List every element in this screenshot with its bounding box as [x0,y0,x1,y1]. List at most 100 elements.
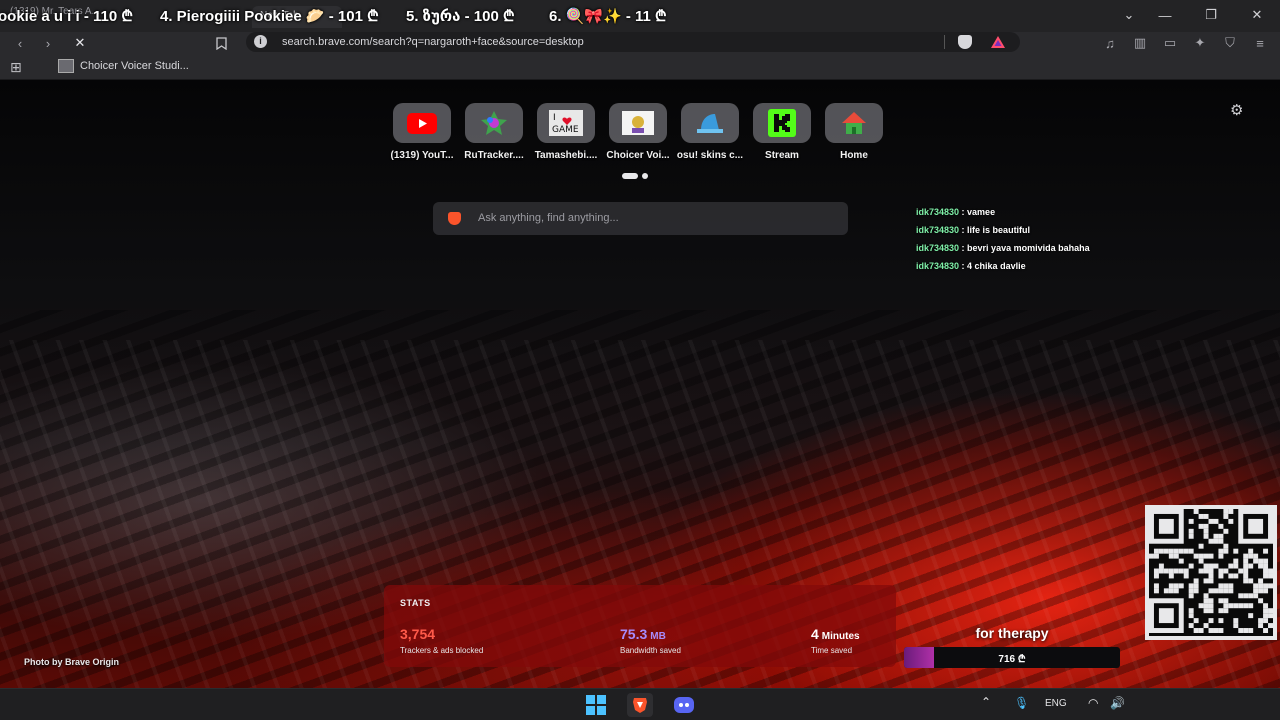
qr-module [1223,583,1229,589]
qr-module [1213,538,1219,544]
qr-module [1233,603,1239,609]
qr-module [1263,603,1269,609]
top-site-osu-skins[interactable]: osu! skins c... [674,103,746,161]
qr-module [1253,558,1259,564]
kick-icon [768,109,796,137]
qr-module [1223,528,1229,534]
apps-grid-icon[interactable]: ⊞ [10,59,22,76]
top-site-rutracker[interactable]: RuTracker.... [458,103,530,161]
tab-youtube[interactable]: (1319) Mr. Tears A... [10,6,210,28]
top-site-stream[interactable]: Stream [746,103,818,161]
qr-module [1263,568,1269,574]
arrow-left-icon: ‹ [17,35,23,51]
qr-module [1198,553,1204,559]
top-site-label: RuTracker.... [464,150,524,161]
qr-module [1178,558,1184,564]
wallet-button[interactable]: ▭ [1160,34,1180,52]
chat-username: idk734830 [916,243,960,253]
qr-module [1153,568,1159,574]
top-site-home[interactable]: Home [818,103,890,161]
qr-code [1145,505,1277,640]
pager-dot-active[interactable] [622,173,638,179]
pager-dot[interactable] [642,173,648,179]
music-note-icon: ♫ [1105,35,1115,51]
qr-module [1168,548,1174,554]
qr-module [1233,573,1239,579]
sidebar-button[interactable]: ▥ [1130,34,1150,52]
arrow-right-icon: › [45,35,51,51]
qr-module [1243,568,1249,574]
minimize-button[interactable]: — [1150,4,1180,26]
bookmark-button[interactable] [211,34,231,52]
top-site-tamashebi[interactable]: I GAME Tamashebi.... [530,103,602,161]
brave-rewards-icon[interactable] [991,36,1005,48]
qr-module [1208,603,1214,609]
search-box[interactable]: Ask anything, find anything... [433,202,848,235]
address-bar[interactable]: i search.brave.com/search?q=nargaroth+fa… [246,32,1020,52]
qr-module [1223,598,1229,604]
qr-module [1203,568,1209,574]
back-button[interactable]: ‹ [10,34,30,52]
stop-button[interactable]: ✕ [70,34,90,52]
qr-module [1208,573,1214,579]
media-button[interactable]: ♫ [1100,34,1120,52]
stat-bandwidth: 75.3 MB Bandwidth saved [620,626,681,655]
restore-button[interactable]: ❐ [1196,4,1226,26]
qr-module [1258,623,1264,629]
qr-module [1193,509,1199,514]
start-button[interactable] [583,693,609,717]
qr-module [1238,628,1244,633]
taskbar-brave[interactable] [627,693,653,717]
qr-module [1243,578,1249,584]
qr-module [1193,553,1199,559]
site-info-icon[interactable]: i [254,35,267,48]
qr-module [1248,603,1254,609]
tab-new-tab[interactable]: New Tab [252,6,342,28]
qr-module [1163,568,1169,574]
url-text[interactable]: search.brave.com/search?q=nargaroth+face… [282,36,584,48]
tab-search-button[interactable]: ⌄ [1114,4,1144,26]
screen: (1319) Mr. Tears A... New Tab ookie a u … [0,0,1280,720]
qr-module [1223,509,1229,514]
new-tab-page: (1319) YouT... RuTracker.... I GAME Tamas… [0,80,1280,688]
chat-text: vamee [967,207,996,217]
qr-finder-pattern [1158,608,1174,624]
wifi-icon[interactable]: ◠ [1088,696,1098,710]
close-icon: ✕ [74,35,86,50]
taskbar-discord[interactable] [671,693,697,717]
tab-bar: (1319) Mr. Tears A... New Tab ookie a u … [0,0,1280,32]
qr-module [1268,623,1273,629]
customize-settings-button[interactable]: ⚙ [1230,101,1243,119]
qr-module [1208,588,1214,594]
menu-button[interactable]: ≡ [1250,34,1270,52]
input-language[interactable]: ENG [1045,698,1067,709]
chat-text: life is beautiful [967,225,1031,235]
search-placeholder[interactable]: Ask anything, find anything... [478,212,619,224]
show-hidden-icons-button[interactable]: ⌃ [981,695,991,709]
qr-module [1243,593,1249,599]
svg-text:GAME: GAME [552,125,579,135]
vpn-button[interactable]: ⛉ [1220,34,1240,52]
brave-shields-icon[interactable] [958,35,972,49]
top-site-youtube[interactable]: (1319) YouT... [386,103,458,161]
qr-module [1173,553,1179,559]
microphone-icon[interactable]: 🎙 [1014,696,1029,710]
bookmark-item[interactable]: Choicer Voicer Studi... [58,59,189,73]
forward-button[interactable]: › [38,34,58,52]
tab-title: New Tab [260,10,299,21]
photo-credit[interactable]: Photo by Brave Origin [24,657,119,667]
qr-module [1223,588,1229,594]
qr-module [1258,563,1264,569]
stream-chat-overlay: idk734830 : vamee idk734830 : life is be… [916,206,1090,278]
top-site-choicer-voicer[interactable]: Choicer Voi... [602,103,674,161]
qr-module [1218,598,1224,604]
qr-module [1238,603,1244,609]
leo-ai-button[interactable]: ✦ [1190,34,1210,52]
chat-message: idk734830 : life is beautiful [916,225,1031,235]
chat-text: 4 chika davlie [967,261,1026,271]
close-button[interactable]: ✕ [1242,4,1272,26]
bookmark-label: Choicer Voicer Studi... [80,60,189,72]
qr-module [1248,613,1254,619]
donation-entry: 6. 🍭🎀✨ - 11 ₾ [549,8,667,25]
volume-icon[interactable]: 🔊 [1110,696,1125,710]
